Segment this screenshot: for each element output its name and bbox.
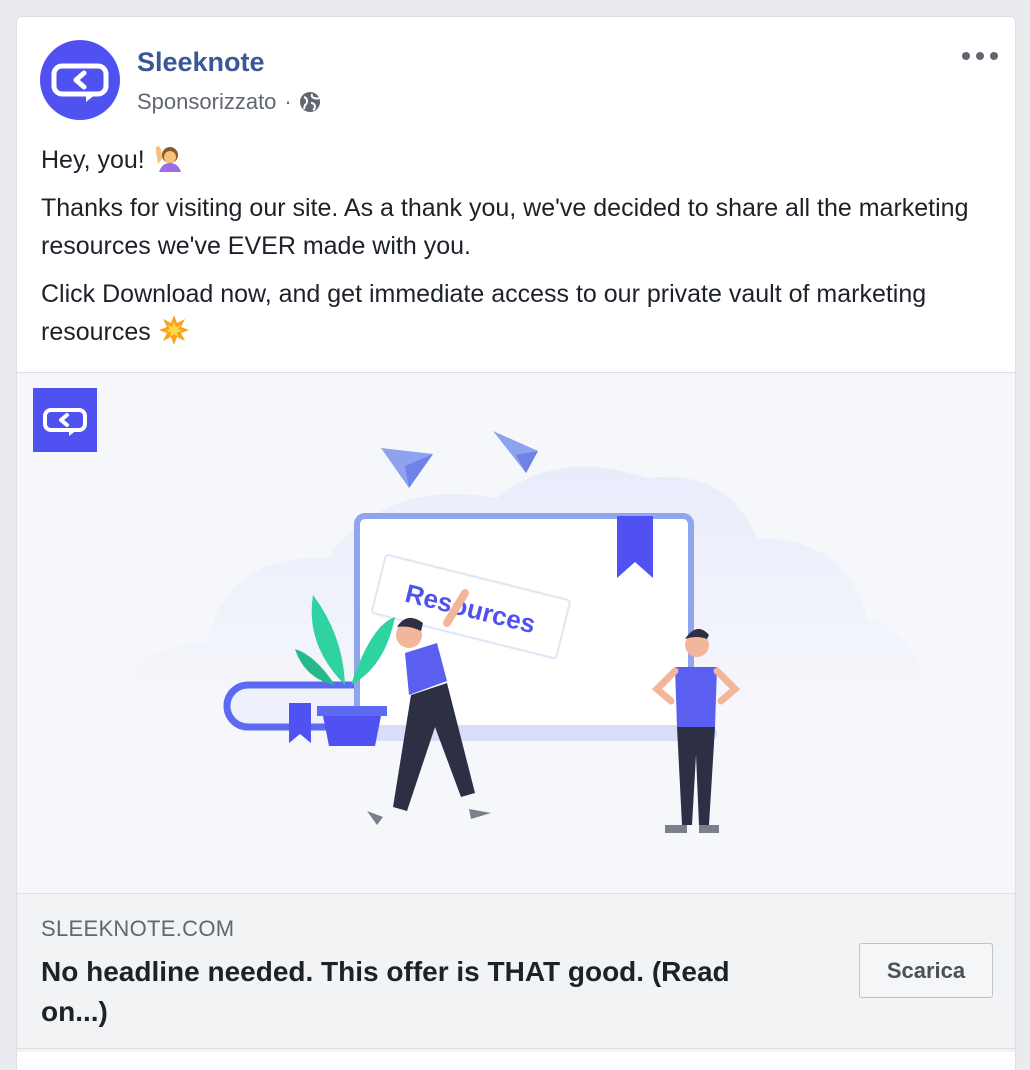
paper-plane-icon — [493, 431, 538, 473]
sleeknote-logo-icon — [51, 63, 109, 102]
page-avatar[interactable] — [40, 40, 120, 120]
woman-raising-hand-emoji — [155, 146, 181, 172]
paper-plane-icon — [381, 448, 433, 488]
post-message: Hey, you! Thanks for visiting our site. … — [41, 141, 1001, 361]
resources-illustration: Resources — [117, 431, 927, 833]
divider — [17, 1048, 1015, 1049]
download-cta-button[interactable]: Scarica — [859, 943, 993, 998]
message-paragraph-2: Thanks for visiting our site. As a thank… — [41, 194, 969, 260]
meta-separator: · — [284, 89, 292, 114]
ad-image[interactable]: Resources — [17, 372, 1015, 894]
message-line-1: Hey, you! — [41, 141, 1001, 179]
link-preview[interactable]: SLEEKNOTE.COM No headline needed. This o… — [17, 894, 1015, 1052]
page-name-link[interactable]: Sleeknote — [137, 47, 265, 78]
sleeknote-logo-icon — [33, 388, 97, 452]
post-meta: Sponsorizzato · — [137, 89, 322, 115]
sponsored-label[interactable]: Sponsorizzato — [137, 89, 276, 115]
link-headline[interactable]: No headline needed. This offer is THAT g… — [41, 952, 801, 1032]
more-options-icon[interactable] — [962, 43, 998, 69]
message-paragraph-3: Click Download now, and get immediate ac… — [41, 280, 927, 346]
sponsored-post-card: Sleeknote Sponsorizzato · Hey, you! Than… — [16, 16, 1016, 1070]
post-header: Sleeknote Sponsorizzato · — [17, 17, 1015, 127]
globe-icon[interactable] — [298, 90, 322, 114]
link-domain: SLEEKNOTE.COM — [41, 916, 235, 941]
collision-emoji — [158, 315, 189, 344]
